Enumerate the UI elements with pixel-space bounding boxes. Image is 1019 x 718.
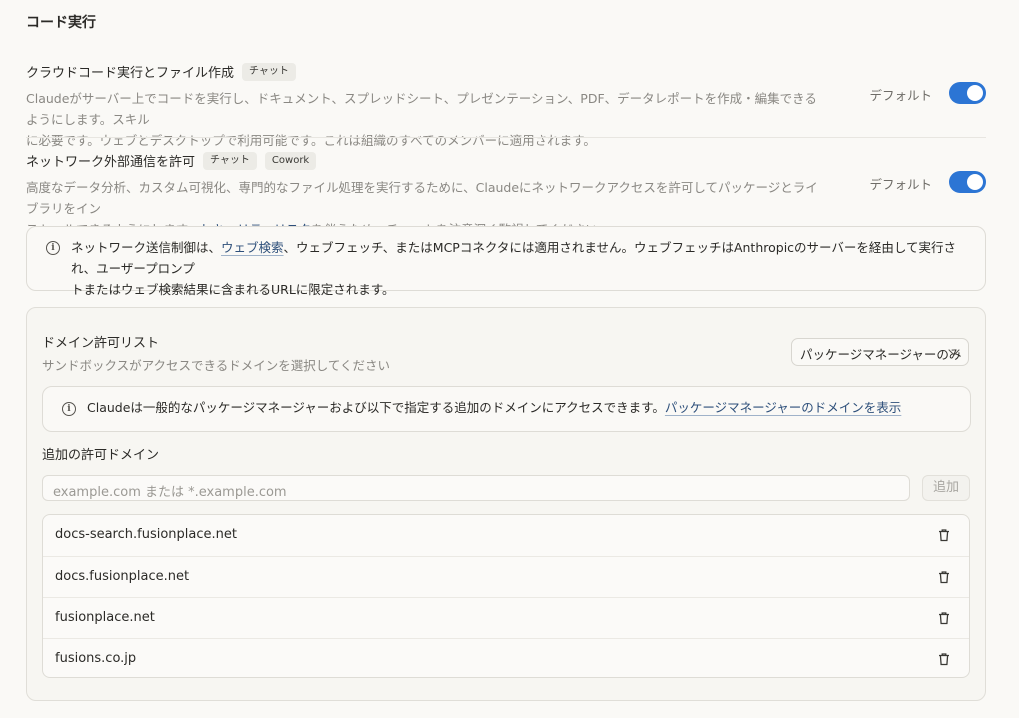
view-package-manager-domains-link[interactable]: パッケージマネージャーのドメインを表示 — [665, 400, 901, 415]
package-manager-notice-text: Claudeは一般的なパッケージマネージャーおよび以下で指定する追加のドメインに… — [87, 400, 665, 415]
list-item: fusionplace.net — [43, 597, 969, 638]
trash-icon[interactable] — [937, 528, 951, 542]
network-egress-title: ネットワーク外部通信を許可 — [26, 155, 196, 170]
code-execution-toggle[interactable] — [949, 82, 986, 104]
add-domain-button[interactable]: 追加 — [922, 475, 970, 501]
list-item: docs-search.fusionplace.net — [43, 515, 969, 556]
allowlist-title: ドメイン許可リスト — [42, 336, 160, 351]
trash-icon[interactable] — [937, 570, 951, 584]
package-manager-notice: i Claudeは一般的なパッケージマネージャーおよび以下で指定する追加のドメイ… — [42, 386, 971, 432]
domain-allowlist-panel: ドメイン許可リスト サンドボックスがアクセスできるドメインを選択してください パ… — [26, 307, 986, 701]
code-execution-description: Claudeがサーバー上でコードを実行し、ドキュメント、スプレッドシート、プレゼ… — [26, 91, 817, 148]
domain-input[interactable]: example.com または *.example.com — [42, 475, 910, 501]
info-icon: i — [46, 241, 60, 255]
web-search-link[interactable]: ウェブ検索 — [221, 240, 284, 255]
trash-icon[interactable] — [937, 611, 951, 625]
info-icon: i — [62, 402, 76, 416]
allowlist-subtitle: サンドボックスがアクセスできるドメインを選択してください — [42, 358, 391, 373]
list-item: docs.fusionplace.net — [43, 556, 969, 597]
network-egress-setting: ネットワーク外部通信を許可 チャット Cowork 高度なデータ分析、カスタム可… — [26, 151, 986, 237]
network-notice: i ネットワーク送信制御は、ウェブ検索、ウェブフェッチ、またはMCPコネクタには… — [26, 226, 986, 297]
domain-list: docs-search.fusionplace.net docs.fusionp… — [42, 514, 970, 678]
domain-name: fusionplace.net — [55, 610, 155, 625]
network-notice-text: ネットワーク送信制御は、ウェブ検索、ウェブフェッチ、またはMCPコネクタには適用… — [71, 240, 957, 297]
chat-tag: チャット — [242, 62, 296, 81]
network-egress-toggle[interactable] — [949, 171, 986, 193]
trash-icon[interactable] — [937, 652, 951, 666]
domain-name: docs.fusionplace.net — [55, 569, 190, 584]
section-title: コード実行 — [26, 15, 96, 31]
additional-domains-label: 追加の許可ドメイン — [42, 448, 160, 463]
divider — [26, 137, 986, 138]
toggle-knob — [967, 174, 983, 190]
toggle-knob — [967, 85, 983, 101]
cowork-tag: Cowork — [264, 151, 317, 170]
code-execution-setting: クラウドコード実行とファイル作成 チャット Claudeがサーバー上でコードを実… — [26, 62, 986, 148]
default-label: デフォルト — [869, 177, 932, 192]
domain-name: fusions.co.jp — [55, 651, 137, 666]
allowlist-mode-select[interactable]: パッケージマネージャーのみ — [791, 338, 969, 366]
chat-tag: チャット — [203, 151, 257, 170]
default-label: デフォルト — [869, 88, 932, 103]
domain-name: docs-search.fusionplace.net — [55, 527, 237, 542]
list-item: fusions.co.jp — [43, 638, 969, 679]
code-execution-title: クラウドコード実行とファイル作成 — [26, 66, 235, 81]
